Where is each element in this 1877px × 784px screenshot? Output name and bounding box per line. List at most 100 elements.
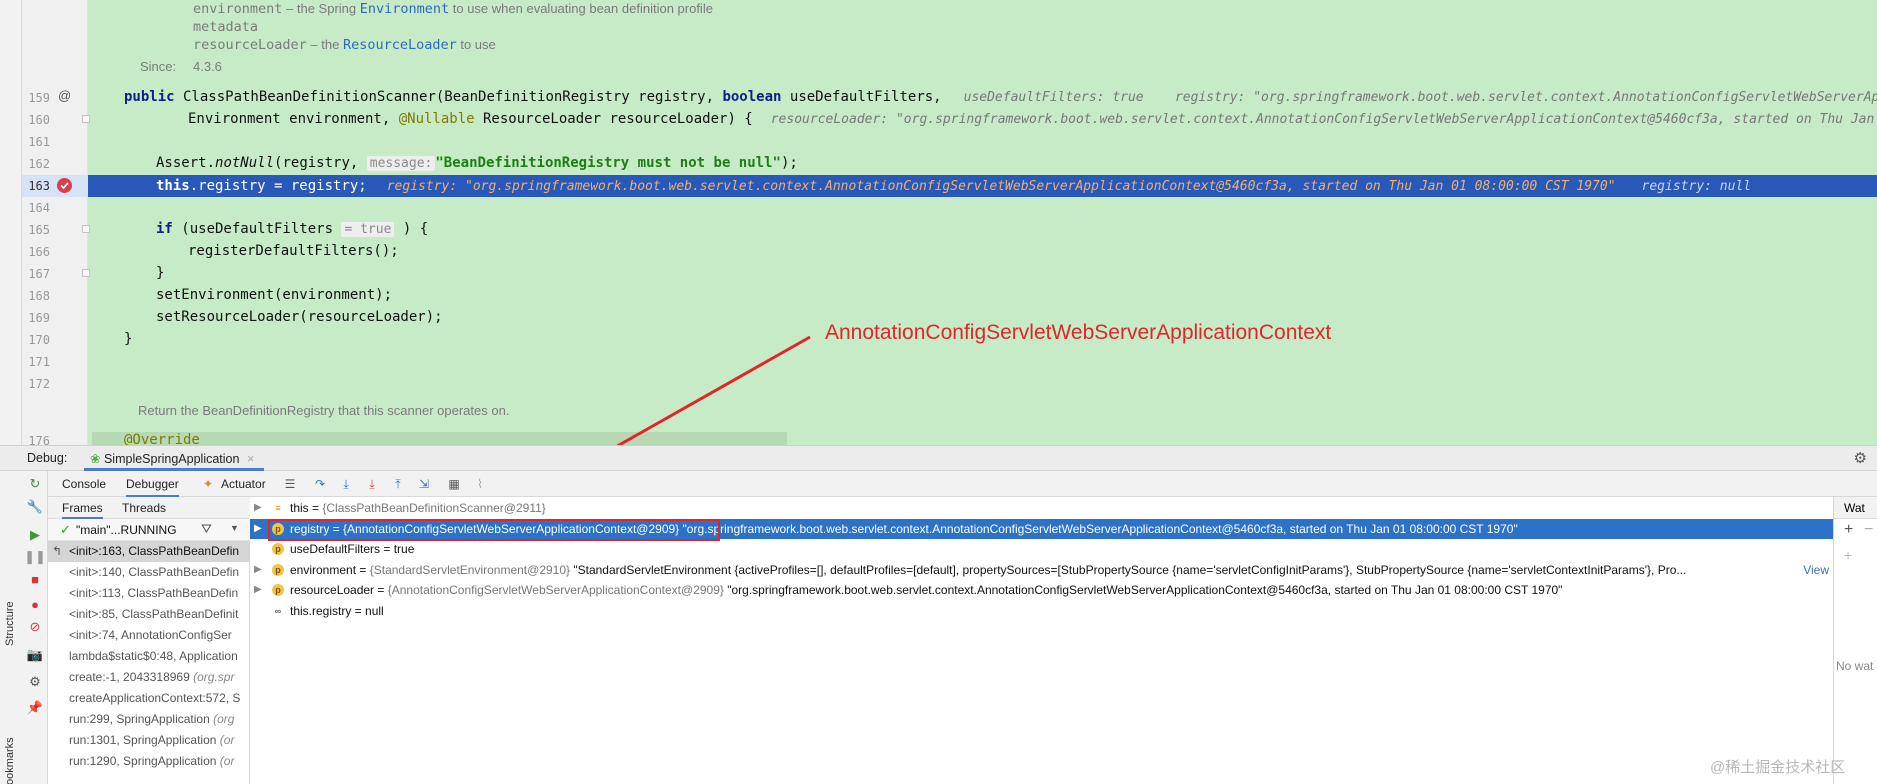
variable-text: this.registry = null [290,601,384,621]
run-to-cursor-icon[interactable]: ⇲ [414,475,434,493]
spring-icon: ❀ [90,452,101,466]
frame-label: <init>:85, ClassPathBeanDefinit [69,607,239,621]
step-into-icon[interactable]: ⤓ [336,475,356,493]
watermark: @稀土掘金技术社区 [1710,759,1846,776]
stack-frame[interactable]: createApplicationContext:572, S [48,688,250,709]
return-icon: ↰ [52,544,63,558]
camera-icon[interactable]: 📷 [26,646,44,664]
settings-icon[interactable]: ⚙ [26,673,44,691]
frame-label: run:1301, SpringApplication [69,733,220,747]
expand-arrow-icon[interactable]: ▶ [254,580,262,600]
frame-class: (or [219,754,235,768]
variable-row[interactable]: ▶ p environment = {StandardServletEnvironm… [250,559,1833,580]
frame-label: run:299, SpringApplication [69,712,214,726]
variable-text: this = {ClassPathBeanDefinitionScanner@2… [290,498,546,518]
stack-frame[interactable]: run:1290, SpringApplication (or [48,751,250,772]
expand-arrow-icon[interactable]: ▶ [254,498,262,518]
step-out-icon[interactable]: ⤒ [388,475,408,493]
debug-title: Debug: [27,451,68,465]
frame-class: (or [219,733,235,747]
resume-icon[interactable]: ▶ [26,526,44,544]
variable-row[interactable]: ▶ ≡ this = {ClassPathBeanDefinitionScanner… [250,498,1833,518]
watch-glasses-icon: ∞ [274,605,282,616]
run-config-label: SimpleSpringApplication [103,452,240,466]
gear-icon[interactable]: ⚙ [1854,449,1867,467]
add-watch-alt-icon[interactable]: + [1844,547,1852,563]
debug-tabs: Console Debugger ✦ Actuator ☰ ↷ ⤓ ⤓ ⤒ ⇲ … [48,471,1877,498]
variable-name: resourceLoader = [290,583,388,597]
thread-label: "main"...RUNNING [76,523,177,537]
step-over-icon[interactable]: ↷ [310,475,330,493]
frame-class: (org [213,712,235,726]
settings-wrench-icon[interactable]: 🔧 [26,498,44,516]
trace-icon[interactable]: ⌇ [470,475,490,493]
tab-frames[interactable]: Frames [62,501,103,520]
stack-frame[interactable]: create:-1, 2043318969 (org.spr [48,667,250,688]
frame-label: createApplicationContext:572, S [69,691,241,705]
variable-text: environment = {StandardServletEnvironmen… [290,560,1686,580]
force-step-into-icon[interactable]: ⤓ [362,475,382,493]
expand-arrow-icon[interactable]: ▶ [254,560,262,580]
frames-panel: Frames Threads ✓ "main"...RUNNING ⛛ ▼ <i… [48,497,250,784]
bookmarks-side-tab[interactable]: ookmarks [4,737,16,784]
check-icon: ✓ [60,522,71,537]
stack-frame[interactable]: lambda$static$0:48, Application [48,646,250,667]
variable-row[interactable]: ∞ this.registry = null [250,601,1833,621]
variable-name: useDefaultFilters = true [290,542,415,556]
frame-label: create:-1, 2043318969 [69,670,194,684]
evaluate-expression-icon[interactable]: ▦ [444,475,464,493]
tab-threads[interactable]: Threads [122,501,166,515]
parameter-icon: p [272,563,284,576]
parameter-icon: p [272,543,284,555]
field-list-icon: ≡ [275,503,281,513]
tab-debugger[interactable]: Debugger [126,477,179,498]
variable-row[interactable]: p useDefaultFilters = true [250,539,1833,559]
stop-icon[interactable]: ■ [26,570,44,588]
variable-value: "org.springframework.boot.web.servlet.co… [723,583,1563,597]
frame-label: run:1290, SpringApplication [69,754,220,768]
variable-type: {ClassPathBeanDefinitionScanner@2911} [322,501,546,515]
debug-tool-window: Debug: ❀ SimpleSpringApplication × ⚙ ↻ 🔧… [0,445,1877,784]
view-link[interactable]: View [1799,559,1829,580]
variable-name: this.registry = null [290,603,384,618]
frames-header: Frames Threads [48,497,250,520]
thread-selector[interactable]: ✓ "main"...RUNNING ⛛ ▼ [48,519,250,541]
frame-class: (org.spr [193,670,235,684]
expand-arrow-icon[interactable]: ▶ [254,519,262,539]
tab-watches[interactable]: Wat [1834,497,1877,519]
stack-frame[interactable]: <init>:85, ClassPathBeanDefinit [48,604,250,625]
variable-row[interactable]: ▶ p resourceLoader = {AnnotationConfigServ… [250,580,1833,600]
variable-value: "StandardServletEnvironment {activeProfi… [570,562,1687,577]
mute-breakpoints-icon[interactable]: ⊘ [26,618,44,636]
variable-text: useDefaultFilters = true [290,539,414,559]
pin-icon[interactable]: 📌 [26,699,44,717]
view-breakpoints-icon[interactable]: ● [26,595,44,613]
close-icon[interactable]: × [247,452,254,466]
actuator-icon: ✦ [203,477,214,491]
frame-label: lambda$static$0:48, Application [69,649,238,663]
run-config-tab[interactable]: ❀ SimpleSpringApplication × [84,446,265,471]
stack-frame[interactable]: <init>:140, ClassPathBeanDefin [48,562,250,583]
debug-left-toolbar: ↻ 🔧 ▶ ❚❚ ■ ● ⊘ 📷 ⚙ 📌 Structure ookmarks [0,471,48,784]
add-watch-icon[interactable]: + [1844,521,1853,539]
stack-frame[interactable]: <init>:113, ClassPathBeanDefin [48,583,250,604]
debug-title-bar: Debug: ❀ SimpleSpringApplication × ⚙ [0,446,1877,471]
watches-empty-text: No wat [1836,659,1874,673]
pause-icon[interactable]: ❚❚ [24,548,46,566]
variable-name: this = [290,501,323,515]
tab-console[interactable]: Console [62,477,106,491]
rerun-icon[interactable]: ↻ [26,475,44,493]
structure-side-tab[interactable]: Structure [4,601,16,646]
filter-icon[interactable]: ⛛ [201,521,212,537]
stack-frame[interactable]: <init>:163, ClassPathBeanDefin ↰ [48,541,250,562]
menu-icon[interactable]: ☰ [280,475,300,493]
tab-actuator[interactable]: Actuator [221,477,266,491]
stack-frame[interactable]: <init>:74, AnnotationConfigSer [48,625,250,646]
stack-frame[interactable]: run:1301, SpringApplication (or [48,730,250,751]
remove-watch-icon[interactable]: − [1864,521,1873,539]
frame-label: <init>:113, ClassPathBeanDefin [69,586,239,600]
chevron-down-icon[interactable]: ▼ [230,523,239,533]
frame-label: <init>:74, AnnotationConfigSer [69,628,232,642]
stack-frame[interactable]: run:299, SpringApplication (org [48,709,250,730]
parameter-icon: p [272,584,284,596]
